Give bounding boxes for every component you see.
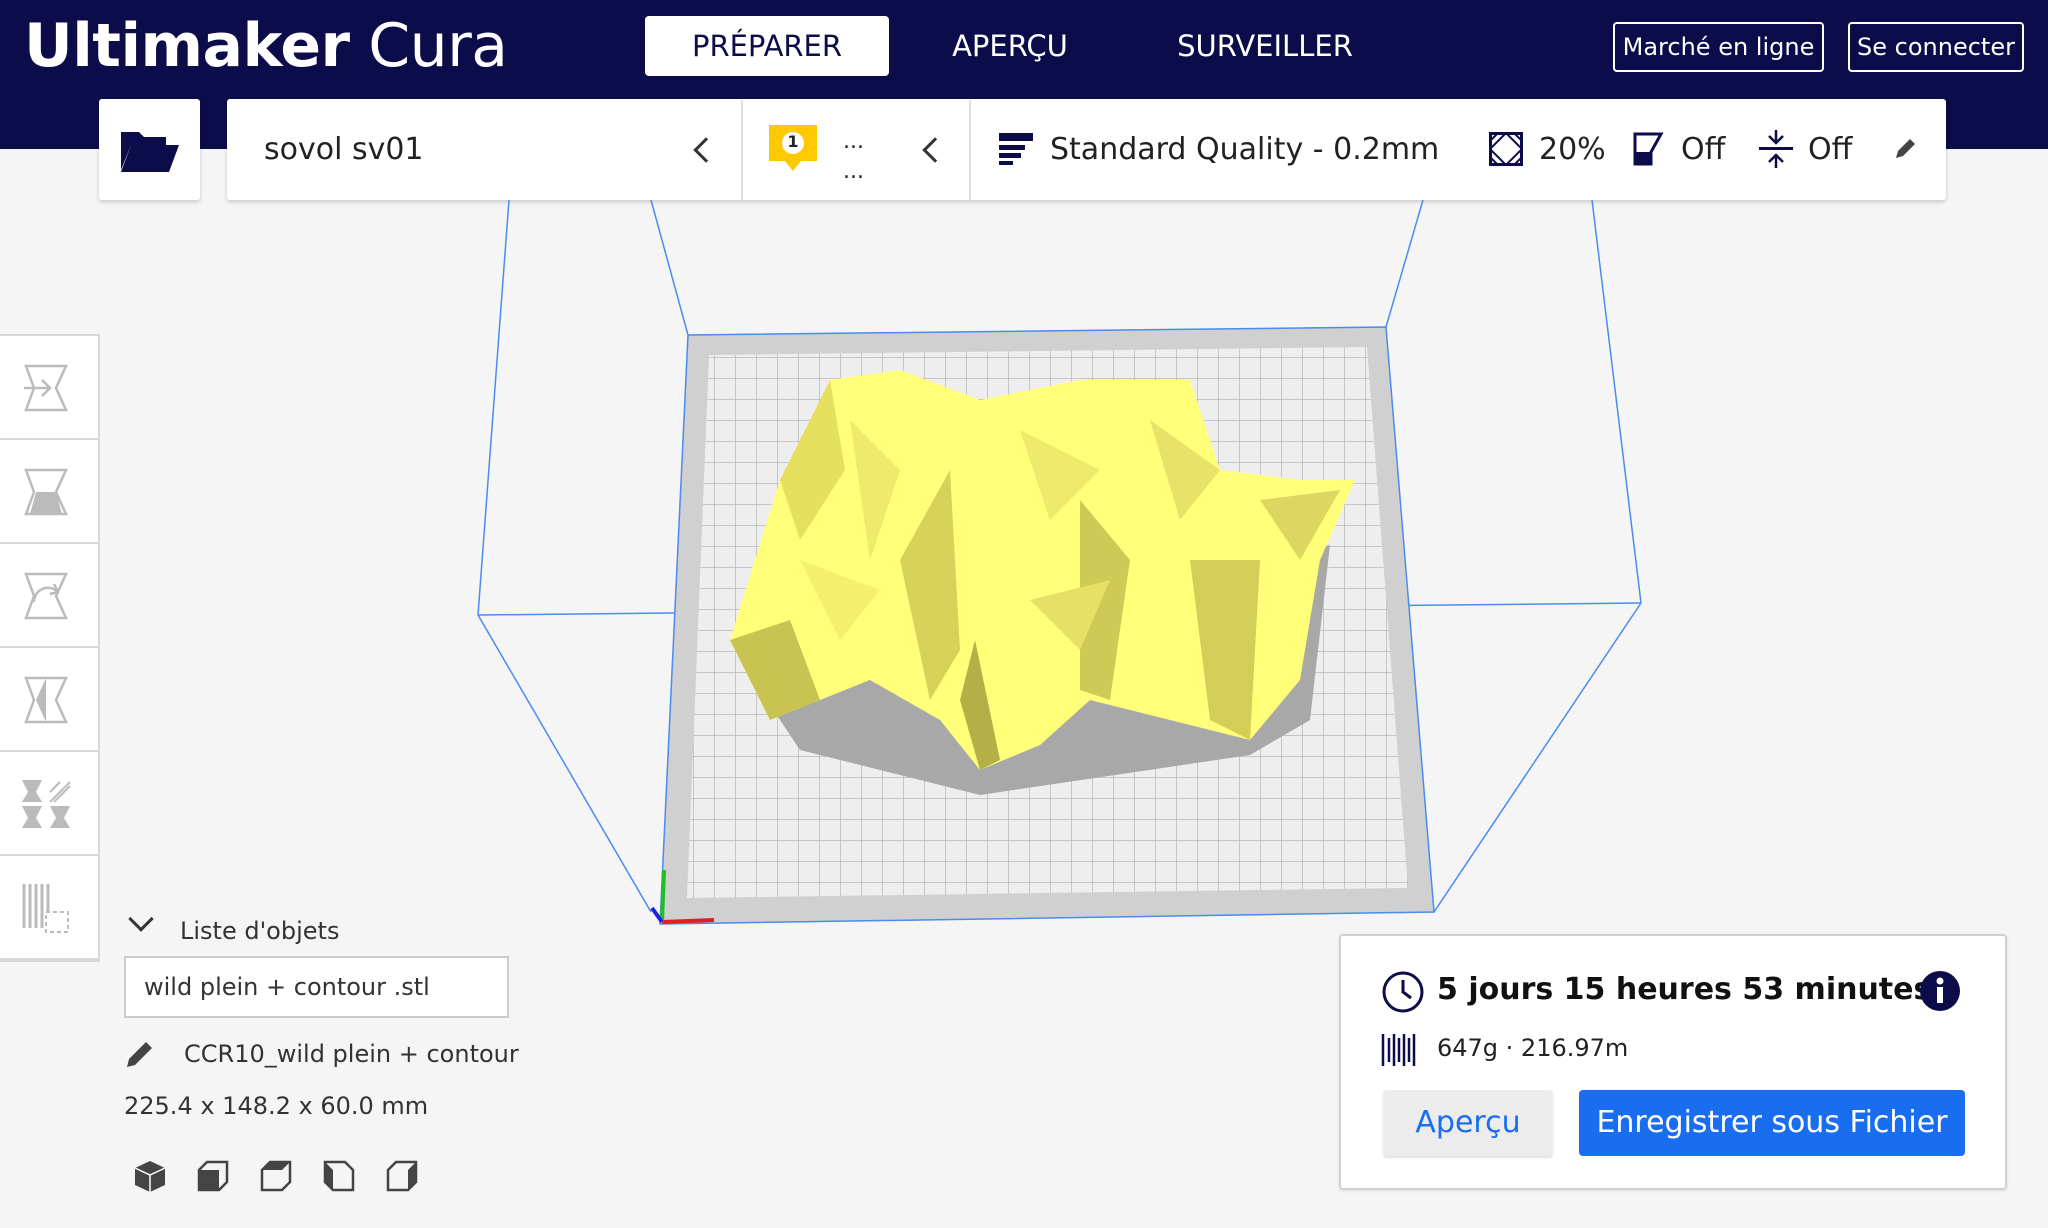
- pencil-icon[interactable]: [124, 1038, 156, 1070]
- marketplace-button[interactable]: Marché en ligne: [1613, 22, 1824, 72]
- tool-mirror[interactable]: [0, 648, 98, 752]
- object-list-title[interactable]: Liste d'objets: [180, 917, 339, 945]
- object-list-item[interactable]: wild plein + contour .stl: [124, 956, 509, 1018]
- tool-move[interactable]: [0, 336, 98, 440]
- support-blocker-icon: [22, 884, 69, 933]
- tool-per-model-settings[interactable]: [0, 752, 98, 856]
- camera-right-icon[interactable]: [384, 1158, 420, 1194]
- tool-panel: [0, 334, 100, 962]
- tab-preview[interactable]: APERÇU: [888, 16, 1132, 76]
- tool-rotate[interactable]: [0, 544, 98, 648]
- app-logo: Ultimaker Cura: [24, 11, 508, 81]
- print-info-panel: 5 jours 15 heures 53 minutes 647g · 216.…: [1339, 934, 2007, 1190]
- per-model-settings-icon: [22, 780, 71, 828]
- camera-3d-icon[interactable]: [132, 1158, 168, 1194]
- print-time: 5 jours 15 heures 53 minutes: [1437, 972, 1932, 1007]
- spool-icon: [1381, 1034, 1416, 1066]
- tool-scale[interactable]: [0, 440, 98, 544]
- info-icon[interactable]: [1919, 970, 1961, 1012]
- camera-top-icon[interactable]: [258, 1158, 294, 1194]
- tab-monitor[interactable]: SURVEILLER: [1143, 16, 1387, 76]
- signin-button[interactable]: Se connecter: [1848, 22, 2024, 72]
- scale-tool-icon: [24, 468, 68, 516]
- tab-prepare[interactable]: PRÉPARER: [645, 16, 889, 76]
- mirror-tool-icon: [24, 676, 68, 724]
- tool-support-blocker[interactable]: [0, 856, 98, 960]
- material-usage: 647g · 216.97m: [1437, 1034, 1629, 1062]
- rotate-tool-icon: [24, 572, 68, 620]
- object-dimensions: 225.4 x 148.2 x 60.0 mm: [124, 1092, 429, 1120]
- camera-front-icon[interactable]: [195, 1158, 231, 1194]
- clock-icon: [1382, 971, 1424, 1013]
- preview-button[interactable]: Aperçu: [1383, 1090, 1553, 1156]
- job-name[interactable]: CCR10_wild plein + contour: [184, 1040, 519, 1068]
- camera-left-icon[interactable]: [321, 1158, 357, 1194]
- save-to-file-button[interactable]: Enregistrer sous Fichier: [1579, 1090, 1965, 1156]
- move-tool-icon: [24, 364, 68, 412]
